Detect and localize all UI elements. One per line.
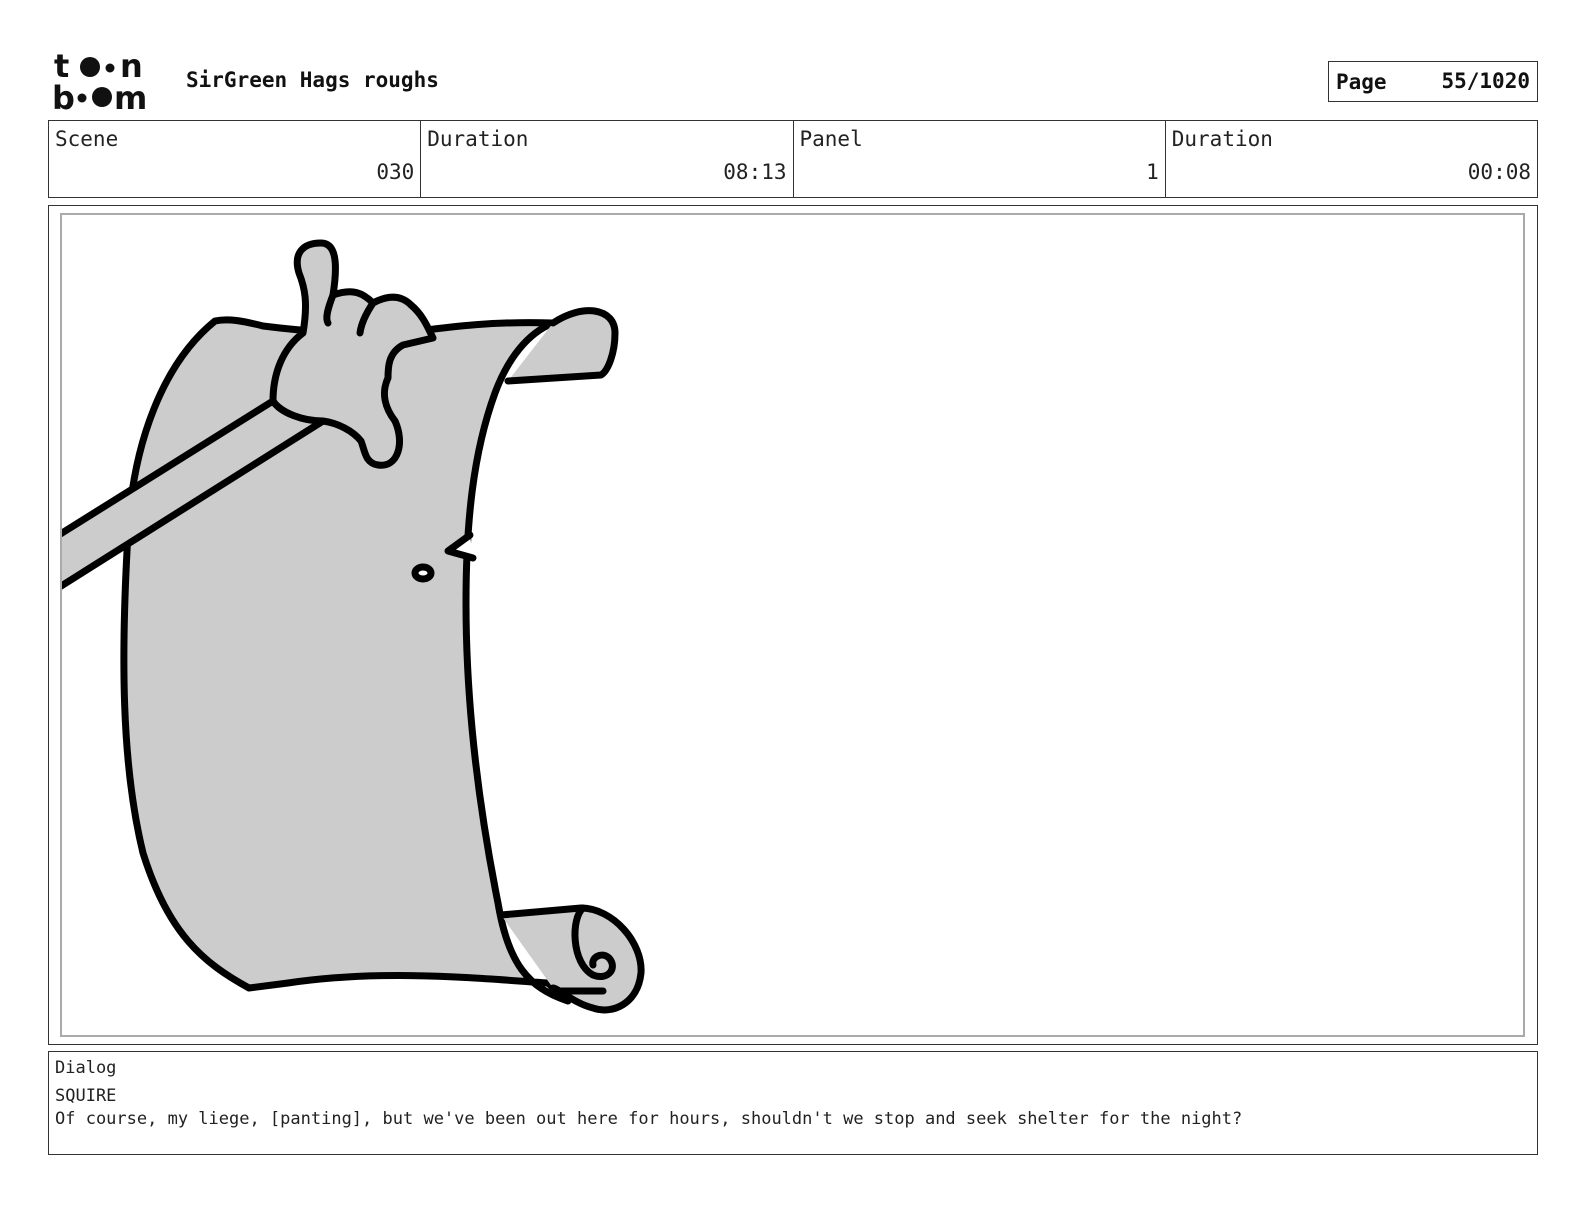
panel-duration-label: Duration	[1171, 127, 1273, 151]
toonboom-logo-mark: t n b m	[52, 47, 147, 117]
scene-value: 030	[376, 160, 415, 184]
scene-cell: Scene 030	[49, 121, 422, 197]
scene-duration-label: Duration	[427, 127, 529, 151]
panel-duration-value: 00:08	[1467, 160, 1531, 184]
scene-label: Scene	[55, 127, 119, 151]
page-indicator: Page 55/1020	[1328, 61, 1538, 102]
panel-duration-cell: Duration 00:08	[1166, 121, 1537, 197]
page-number: 55/1020	[1441, 69, 1530, 93]
panel-frame	[48, 205, 1538, 1045]
scroll-bottom-curl	[497, 904, 645, 1014]
dialog-label: Dialog	[55, 1058, 117, 1078]
scroll-mark	[411, 563, 435, 583]
panel-value: 1	[1146, 160, 1159, 184]
toonboom-logo: t n b m	[52, 47, 164, 117]
dialog-speaker: SQUIRE	[55, 1086, 117, 1106]
panel-info-table: Scene 030 Duration 08:13 Panel 1 Duratio…	[48, 120, 1538, 198]
panel-label: Panel	[799, 127, 863, 151]
scene-duration-value: 08:13	[723, 160, 787, 184]
dialog-box: Dialog SQUIRE Of course, my liege, [pant…	[48, 1051, 1538, 1155]
dialog-line: Of course, my liege, [panting], but we'v…	[55, 1109, 1243, 1129]
scene-duration-cell: Duration 08:13	[421, 121, 794, 197]
svg-text:m: m	[114, 79, 147, 112]
svg-text:b: b	[52, 79, 75, 112]
scroll-drawing	[62, 239, 645, 1014]
page-label: Page	[1336, 70, 1387, 94]
panel-cell: Panel 1	[794, 121, 1166, 197]
panel-image	[60, 213, 1525, 1037]
project-title: SirGreen Hags roughs	[186, 68, 439, 92]
